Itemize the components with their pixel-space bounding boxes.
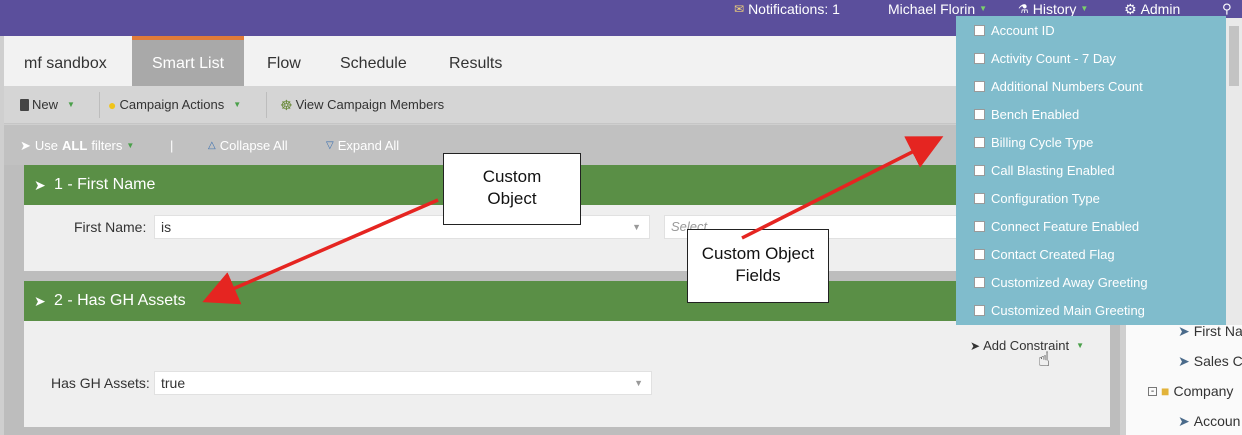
arrow-to-dropdown xyxy=(741,136,944,240)
arrow-to-filter xyxy=(202,198,439,305)
annotation-arrows xyxy=(202,136,944,305)
